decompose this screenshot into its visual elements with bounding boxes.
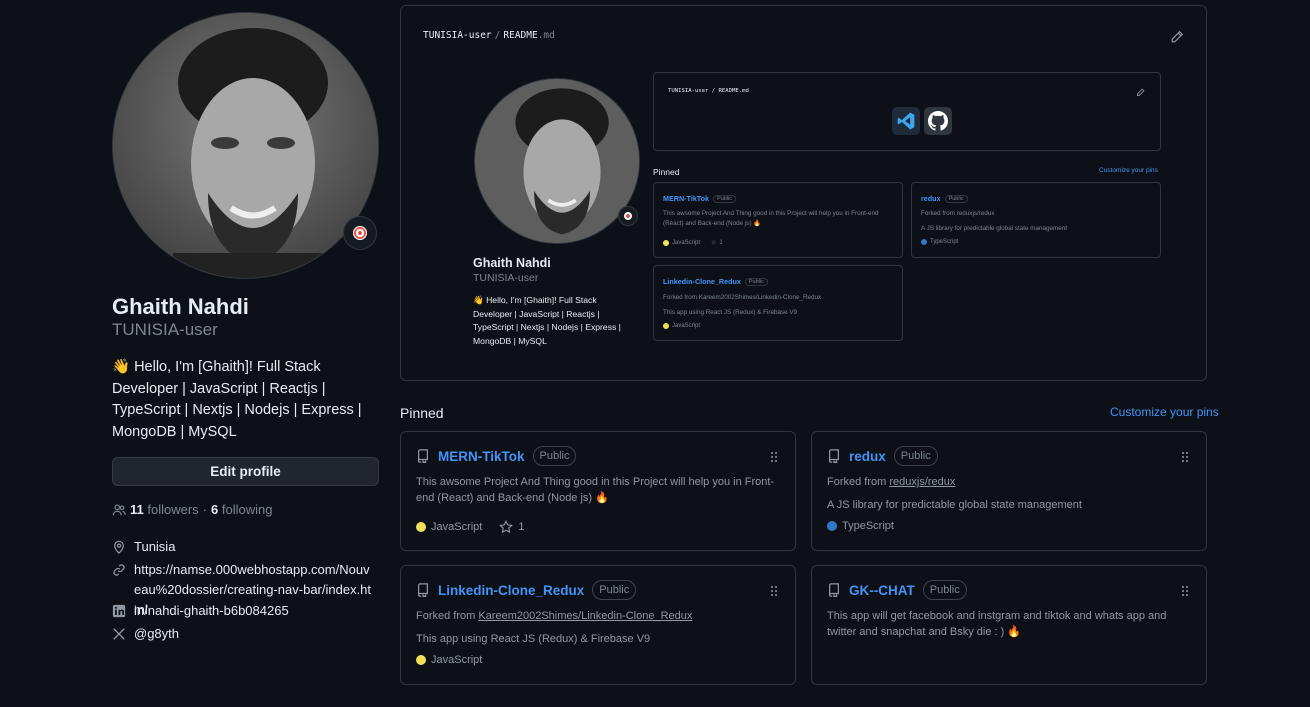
repo-icon [829, 583, 839, 597]
readme-image-card: redux Public Forked from reduxjs/redux A … [911, 182, 1161, 258]
readme-image-pinned-title: Pinned [653, 167, 680, 177]
repo-icon [418, 449, 428, 463]
x-twitter-icon [113, 628, 125, 640]
readme-image-name: Ghaith Nahdi [473, 256, 551, 270]
location-icon [114, 540, 124, 554]
profile-name: Ghaith Nahdi [112, 294, 249, 319]
language-color-dot [416, 655, 426, 665]
readme-path: TUNISIA-user / README.md [423, 30, 555, 41]
pencil-icon [1136, 88, 1145, 97]
language-color-dot [416, 522, 426, 532]
repo-description: A JS library for predictable global stat… [827, 499, 1082, 511]
repo-meta: JavaScript [416, 654, 482, 666]
pinned-card-linkedin-clone: Linkedin-Clone_Redux Public Forked from … [400, 565, 796, 685]
language-color-dot [827, 521, 837, 531]
repo-name-link[interactable]: redux [849, 449, 886, 464]
repo-meta: TypeScript [827, 520, 894, 532]
pinned-title: Pinned [400, 405, 444, 421]
drag-handle-icon[interactable] [769, 451, 779, 463]
readme-image-avatar [474, 78, 640, 244]
star-count[interactable]: 1 [518, 521, 524, 533]
repo-description: This app using React JS (Redux) & Fireba… [416, 633, 651, 645]
repo-icon [418, 583, 428, 597]
repo-description: This app will get facebook and instgram … [827, 610, 1167, 638]
readme-image-card: Linkedin-Clone_Redux Public Forked from K… [653, 265, 903, 341]
repo-name-link[interactable]: GK--CHAT [849, 583, 915, 598]
vscode-icon [892, 107, 920, 135]
linkedin-item[interactable]: in/nahdi-ghaith-b6b084265 [112, 601, 289, 621]
dartboard-icon [353, 226, 367, 240]
repo-name-link[interactable]: Linkedin-Clone_Redux [438, 583, 584, 598]
drag-handle-icon[interactable] [1180, 585, 1190, 597]
repo-description: This awsome Project And Thing good in th… [416, 476, 775, 504]
linkedin-icon [112, 604, 126, 618]
readme-image-card: MERN-TikTok Public This awsome Project An… [653, 182, 903, 258]
people-icon [112, 503, 126, 515]
follow-stats: 11 followers · 6 following [112, 502, 272, 517]
profile-bio: 👋 Hello, I'm [Ghaith]! Full Stack Develo… [112, 359, 362, 441]
visibility-badge: Public [893, 446, 938, 466]
pinned-card-redux: redux Public Forked from reduxjs/redux A… [811, 431, 1207, 551]
readme-image-status [618, 206, 638, 226]
pinned-card-gk-chat: GK--CHAT Public This app will get facebo… [811, 565, 1207, 685]
twitter-link[interactable]: @g8yth [134, 624, 179, 644]
dartboard-icon [624, 212, 632, 220]
followers-link[interactable]: 11 followers [130, 502, 199, 517]
following-link[interactable]: 6 following [211, 502, 272, 517]
visibility-badge: Public [922, 580, 967, 600]
location-item: Tunisia [112, 537, 175, 557]
repo-name-link[interactable]: MERN-TikTok [438, 449, 525, 464]
visibility-badge: Public [592, 580, 637, 600]
forked-from: Forked from reduxjs/redux [827, 476, 956, 488]
twitter-item[interactable]: @g8yth [112, 624, 179, 644]
repo-meta: JavaScript 1 [416, 520, 524, 534]
forked-from: Forked from Kareem2002Shimes/Linkedin-Cl… [416, 610, 693, 622]
repo-icon [829, 449, 839, 463]
forked-from-link[interactable]: Kareem2002Shimes/Linkedin-Clone_Redux [478, 610, 692, 622]
profile-avatar[interactable] [112, 12, 379, 279]
drag-handle-icon[interactable] [1180, 451, 1190, 463]
visibility-badge: Public [532, 446, 577, 466]
status-button[interactable] [343, 216, 377, 250]
pencil-icon[interactable] [1170, 30, 1184, 44]
link-icon [113, 564, 125, 576]
readme-image-customize: Customize your pins [1099, 167, 1158, 174]
profile-login: TUNISIA-user [112, 320, 218, 339]
readme-image-bio: 👋 Hello, I'm [Ghaith]! Full Stack Develo… [473, 295, 621, 346]
drag-handle-icon[interactable] [769, 585, 779, 597]
forked-from-link[interactable]: reduxjs/redux [889, 476, 955, 488]
customize-pins-link[interactable]: Customize your pins [1110, 405, 1219, 419]
readme-image-path: TUNISIA-user / README.md [668, 88, 749, 94]
readme-image-login: TUNISIA-user [473, 272, 539, 284]
github-icon [924, 107, 952, 135]
edit-profile-button[interactable]: Edit profile [112, 457, 379, 486]
pinned-card-mern-tiktok: MERN-TikTok Public This awsome Project A… [400, 431, 796, 551]
linkedin-link[interactable]: in/nahdi-ghaith-b6b084265 [134, 601, 289, 621]
star-icon [499, 520, 514, 534]
